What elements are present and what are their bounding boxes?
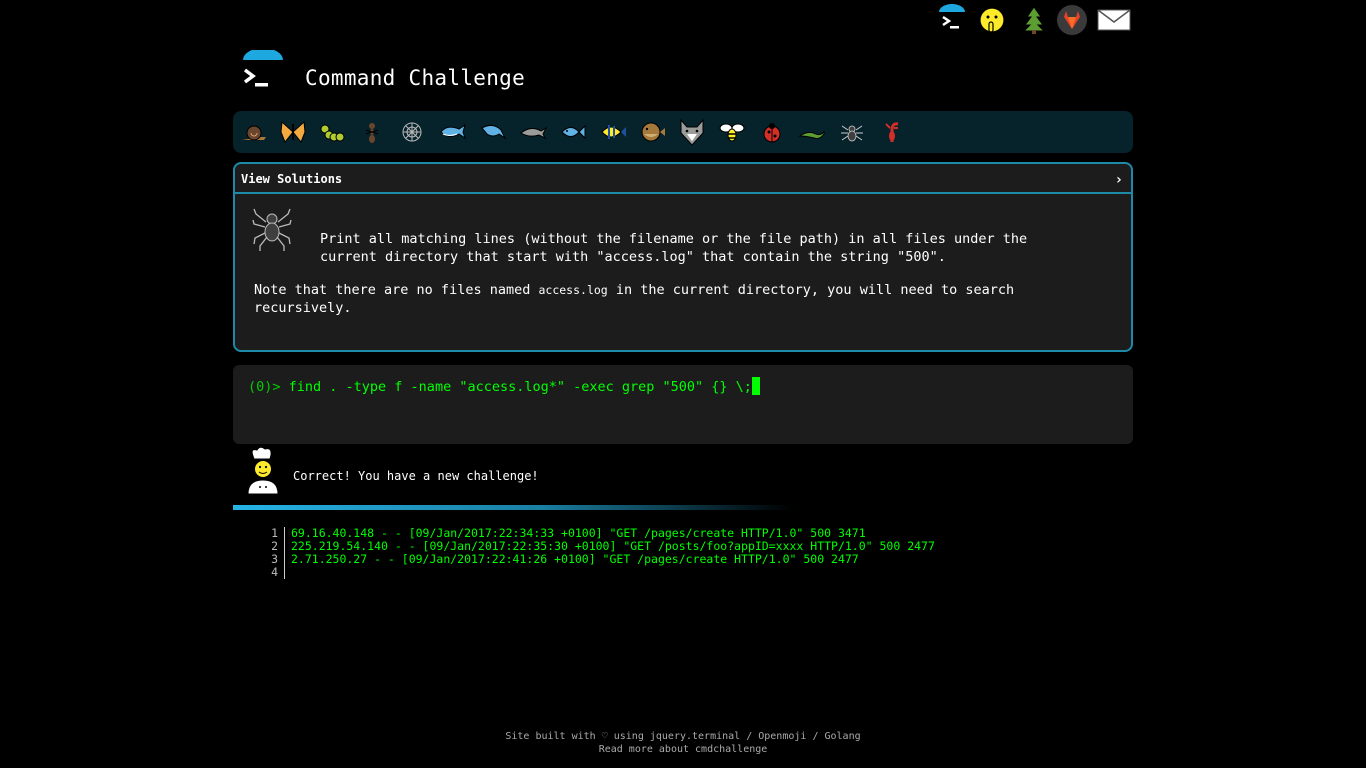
command-input[interactable]: find . -type f -name "access.log*" -exec… — [289, 379, 752, 395]
gitlab-icon[interactable] — [1056, 3, 1088, 37]
dolphin-icon[interactable] — [478, 117, 508, 147]
challenge-panel: View Solutions › Print all matching line… — [233, 162, 1133, 352]
note-text-start: Note that there are no files named — [254, 282, 539, 298]
shushing-face-icon[interactable] — [976, 3, 1008, 37]
note-code: access.log — [538, 283, 608, 297]
blowfish-icon[interactable] — [637, 117, 667, 147]
top-nav — [936, 3, 1136, 39]
challenge-description: Print all matching lines (without the fi… — [320, 231, 1028, 265]
scorpion-icon[interactable] — [877, 117, 907, 147]
envelope-icon[interactable] — [1096, 3, 1132, 37]
spider-icon — [252, 206, 292, 256]
ant-icon[interactable] — [357, 117, 387, 147]
spider-icon[interactable] — [837, 117, 867, 147]
caterpillar-icon[interactable] — [317, 117, 347, 147]
challenge-note: Note that there are no files named acces… — [254, 281, 1084, 317]
tropical-fish-icon[interactable] — [598, 117, 628, 147]
footer: Site built with ♡ using jquery.terminal … — [0, 730, 1366, 756]
golang-link[interactable]: Golang — [824, 731, 860, 742]
tree-icon[interactable] — [1018, 3, 1050, 37]
feedback-message: Correct! You have a new challenge! — [293, 469, 539, 483]
challenge-icon-bar — [233, 111, 1133, 153]
prompt: (0)> — [248, 379, 289, 395]
page-title: Command Challenge — [305, 66, 526, 90]
wolf-icon[interactable] — [677, 117, 707, 147]
command-line[interactable]: (0)> find . -type f -name "access.log*" … — [248, 377, 760, 395]
footer-separator: / — [740, 731, 759, 742]
output-row: 3 2.71.250.27 - - [09/Jan/2017:22:41:26 +… — [260, 553, 935, 566]
butterfly-icon[interactable] — [278, 117, 308, 147]
dolphin-gray-icon[interactable] — [518, 117, 548, 147]
divider — [233, 505, 793, 510]
line-number: 4 — [260, 566, 285, 579]
snail-icon[interactable] — [239, 117, 269, 147]
terminal-icon[interactable] — [936, 3, 968, 37]
chevron-right-icon: › — [1114, 172, 1123, 188]
footer-separator: / — [806, 731, 825, 742]
openmoji-link[interactable]: Openmoji — [758, 731, 806, 742]
fish-icon[interactable] — [558, 117, 588, 147]
ladybug-icon[interactable] — [757, 117, 787, 147]
cursor — [751, 377, 760, 395]
footer-prefix: Site built with ♡ using — [505, 731, 650, 742]
jquery-terminal-link[interactable]: jquery.terminal — [650, 731, 740, 742]
logo-icon[interactable] — [240, 48, 286, 96]
command-output: 1 69.16.40.148 - - [09/Jan/2017:22:34:33 … — [260, 527, 935, 579]
read-more-link[interactable]: Read more about cmdchallenge — [599, 744, 768, 755]
output-row: 4 — [260, 566, 935, 579]
lizard-icon[interactable] — [797, 117, 827, 147]
view-solutions-label: View Solutions — [241, 172, 343, 186]
spider-web-icon[interactable] — [397, 117, 427, 147]
whale-icon[interactable] — [438, 117, 468, 147]
footer-credits: Site built with ♡ using jquery.terminal … — [0, 730, 1366, 743]
view-solutions-toggle[interactable]: View Solutions › — [235, 164, 1131, 194]
output-line: 2.71.250.27 - - [09/Jan/2017:22:41:26 +0… — [291, 552, 859, 566]
terminal[interactable]: (0)> find . -type f -name "access.log*" … — [233, 365, 1133, 444]
bee-icon[interactable] — [717, 117, 747, 147]
chef-icon — [244, 446, 282, 500]
